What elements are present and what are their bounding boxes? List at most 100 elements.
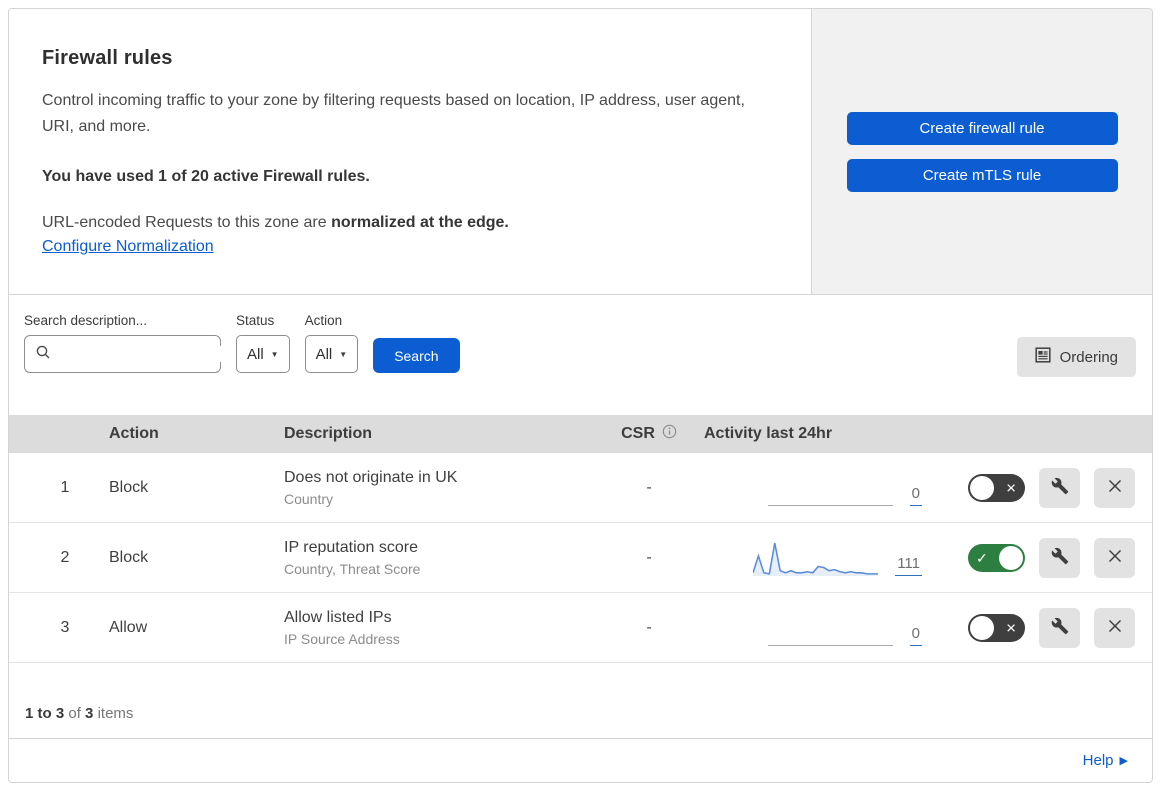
rule-controls: ✓ × (934, 607, 1152, 648)
arrow-right-icon: ▶ (1119, 755, 1128, 767)
close-icon (1107, 618, 1123, 637)
table-row: 1 Block Does not originate in UK Country… (9, 453, 1152, 523)
rule-action: Block (109, 548, 149, 566)
search-box[interactable] (24, 335, 240, 373)
rule-activity-cell: 0 (704, 453, 934, 522)
rule-fields: Country, Threat Score (284, 560, 421, 577)
description-column-header: Description (284, 425, 373, 442)
help-label: Help (1082, 752, 1114, 769)
rule-fields: IP Source Address (284, 630, 400, 647)
edit-rule-button[interactable] (1039, 467, 1080, 508)
configure-normalization-link[interactable]: Configure Normalization (42, 238, 214, 256)
items-range: 1 to 3 (25, 705, 65, 722)
action-column-header: Action (109, 425, 159, 442)
page-description: Control incoming traffic to your zone by… (42, 92, 745, 135)
table-row: 2 Block IP reputation score Country, Thr… (9, 523, 1152, 593)
toggle-knob (999, 545, 1023, 570)
of-label: of (68, 705, 81, 722)
normalization-prefix: URL-encoded Requests to this zone are (42, 214, 332, 231)
activity-count-link[interactable]: 0 (909, 485, 922, 506)
table-header: Action Description CSR Activity last 24h… (9, 415, 1152, 453)
filter-bar: Search description... Status All ▼ Actio… (9, 295, 1152, 415)
toggle-knob (970, 475, 994, 500)
rule-enabled-toggle[interactable]: ✓ × (968, 543, 1025, 572)
toggle-knob (970, 615, 994, 640)
activity-sparkline-flat (767, 611, 893, 646)
table-row: 3 Allow Allow listed IPs IP Source Addre… (9, 593, 1152, 663)
ordering-button[interactable]: Ordering (1016, 337, 1136, 377)
rule-description-cell: IP reputation score Country, Threat Scor… (284, 539, 594, 577)
rule-priority: 1 (60, 478, 70, 496)
activity-sparkline (753, 540, 879, 576)
rule-controls: ✓ × (934, 467, 1152, 508)
rule-fields: Country (284, 490, 334, 507)
edit-rule-button[interactable] (1039, 607, 1080, 648)
rule-enabled-toggle[interactable]: ✓ × (968, 473, 1025, 502)
csr-header-label: CSR (621, 425, 655, 442)
items-label: items (97, 705, 134, 722)
rule-description-cell: Allow listed IPs IP Source Address (284, 609, 594, 647)
close-icon (1107, 548, 1123, 567)
rule-csr: - (646, 478, 652, 496)
wrench-icon (1051, 477, 1069, 498)
rule-description-cell: Does not originate in UK Country (284, 469, 594, 507)
chevron-down-icon: ▼ (339, 349, 348, 359)
rule-csr: - (646, 548, 652, 566)
delete-rule-button[interactable] (1094, 467, 1135, 508)
create-firewall-rule-button[interactable]: Create firewall rule (846, 111, 1118, 145)
intro-panel: Firewall rules Control incoming traffic … (9, 9, 811, 294)
help-link[interactable]: Help ▶ (1083, 752, 1128, 769)
search-icon (35, 344, 51, 365)
search-input[interactable] (59, 346, 240, 362)
close-icon (1107, 478, 1123, 497)
csr-column-header: CSR (594, 424, 704, 444)
normalization-bold: normalized at the edge. (331, 214, 509, 231)
rule-csr: - (646, 618, 652, 636)
rule-controls: ✓ × (934, 537, 1152, 578)
usage-summary: You have used 1 of 20 active Firewall ru… (42, 168, 370, 185)
rule-description: IP reputation score (284, 538, 419, 556)
page-title: Firewall rules (42, 47, 173, 69)
normalization-note: URL-encoded Requests to this zone are no… (42, 214, 771, 232)
table-footer: 1 to 3 of 3 items (9, 663, 1152, 738)
info-icon[interactable] (662, 424, 677, 444)
rule-activity-cell: 0 (704, 593, 934, 662)
action-label: Action (304, 313, 343, 328)
items-total: 3 (85, 705, 94, 722)
action-filter-group: Action All ▼ (304, 313, 359, 373)
rule-action: Block (109, 478, 149, 496)
activity-count-link[interactable]: 111 (895, 555, 922, 576)
activity-column-header: Activity last 24hr (704, 425, 833, 442)
ordering-label: Ordering (1059, 348, 1118, 366)
delete-rule-button[interactable] (1094, 537, 1135, 578)
activity-sparkline-flat (767, 471, 893, 506)
create-mtls-rule-button[interactable]: Create mTLS rule (846, 158, 1118, 192)
activity-count-link[interactable]: 0 (909, 625, 922, 646)
top-section: Firewall rules Control incoming traffic … (9, 9, 1152, 295)
rule-priority: 3 (60, 618, 70, 636)
action-select[interactable]: All ▼ (304, 335, 359, 373)
rule-activity-cell: 111 (704, 523, 934, 592)
check-icon: ✓ (976, 549, 988, 566)
search-group: Search description... (24, 313, 240, 373)
x-mark-icon: × (1006, 478, 1016, 497)
search-label: Search description... (24, 313, 148, 328)
wrench-icon (1051, 617, 1069, 638)
chevron-down-icon: ▼ (270, 349, 279, 359)
firewall-rules-card: Firewall rules Control incoming traffic … (8, 8, 1153, 783)
edit-rule-button[interactable] (1039, 537, 1080, 578)
status-select[interactable]: All ▼ (236, 335, 290, 373)
ordering-list-icon (1035, 347, 1051, 367)
rule-action: Allow (109, 618, 148, 636)
rule-description: Allow listed IPs (284, 608, 392, 626)
rule-priority: 2 (60, 548, 70, 566)
rule-enabled-toggle[interactable]: ✓ × (968, 613, 1025, 642)
help-bar: Help ▶ (9, 738, 1152, 782)
actions-panel: Create firewall rule Create mTLS rule (811, 9, 1152, 294)
status-filter-group: Status All ▼ (236, 313, 290, 373)
action-select-value: All (315, 345, 333, 363)
status-label: Status (236, 313, 275, 328)
delete-rule-button[interactable] (1094, 607, 1135, 648)
wrench-icon (1051, 547, 1069, 568)
search-button[interactable]: Search (373, 338, 460, 373)
